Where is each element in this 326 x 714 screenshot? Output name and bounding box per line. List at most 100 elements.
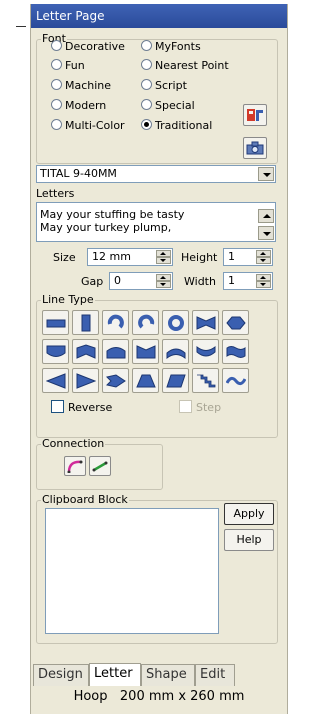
line-type-hexagon[interactable] — [222, 310, 249, 335]
line-type-vertical-bar[interactable] — [72, 310, 99, 335]
radio-script[interactable]: Script — [141, 79, 187, 92]
chevron-down-icon — [263, 173, 271, 177]
reverse-checkbox[interactable]: Reverse — [51, 400, 112, 414]
help-button[interactable]: Help — [224, 529, 274, 551]
width-stepper[interactable]: 1 — [223, 272, 273, 290]
font-properties-icon — [247, 109, 263, 121]
letters-scrollbar[interactable] — [258, 204, 274, 240]
horizontal-bar-icon — [46, 319, 65, 327]
line-type-circle-cw[interactable] — [102, 310, 129, 335]
size-increment[interactable] — [156, 250, 171, 257]
steps-icon — [196, 374, 215, 387]
connection-line-button[interactable] — [89, 456, 111, 476]
hoop-status: Hoop 200 mm x 260 mm — [31, 686, 287, 708]
radio-button — [141, 99, 152, 110]
width-increment[interactable] — [256, 274, 271, 281]
letters-line-1: May your stuffing be tasty — [40, 208, 185, 221]
height-stepper[interactable]: 1 — [223, 248, 273, 266]
size-value: 12 mm — [92, 250, 131, 263]
size-decrement[interactable] — [156, 257, 171, 264]
size-label: Size — [53, 251, 76, 264]
line-type-wave[interactable] — [222, 368, 249, 393]
tab-design[interactable]: Design — [33, 664, 89, 686]
line-type-parallelogram[interactable] — [162, 368, 189, 393]
clipboard-legend: Clipboard Block — [42, 493, 128, 506]
line-type-steps[interactable] — [192, 368, 219, 393]
line-type-arc-down[interactable] — [192, 339, 219, 364]
checkbox — [179, 400, 192, 413]
font-dropdown[interactable]: TITAL 9-40MM — [36, 165, 276, 183]
line-type-peak[interactable] — [72, 339, 99, 364]
taper-left-icon — [45, 372, 65, 389]
camera-button[interactable] — [243, 137, 267, 159]
double-point-icon — [105, 373, 126, 388]
peak-icon — [76, 343, 95, 359]
parallelogram-icon — [165, 374, 186, 387]
clipboard-list[interactable] — [45, 508, 219, 634]
checkbox — [51, 400, 64, 413]
line-type-valley[interactable] — [132, 339, 159, 364]
letter-page-panel: Letter Page Font Decorative MyFonts Fun … — [30, 4, 288, 714]
gap-value: 0 — [114, 274, 121, 287]
letters-label: Letters — [36, 187, 75, 200]
gap-increment[interactable] — [156, 274, 171, 281]
gap-label: Gap — [81, 275, 104, 288]
scroll-down-button[interactable] — [258, 226, 274, 240]
ring-icon — [167, 314, 184, 331]
scroll-up-button[interactable] — [258, 209, 274, 223]
font-properties-button[interactable] — [243, 104, 267, 126]
radio-label: Machine — [65, 79, 112, 92]
arc-bottom-icon — [46, 345, 65, 357]
letters-text-area[interactable]: May your stuffing be tasty May your turk… — [36, 202, 276, 242]
radio-traditional[interactable]: Traditional — [141, 119, 212, 132]
radio-fun[interactable]: Fun — [51, 59, 85, 72]
radio-machine[interactable]: Machine — [51, 79, 111, 92]
height-value: 1 — [228, 250, 235, 263]
radio-button — [51, 59, 62, 70]
size-stepper[interactable]: 12 mm — [87, 248, 173, 266]
tab-shape[interactable]: Shape — [141, 664, 195, 686]
gap-stepper[interactable]: 0 — [109, 272, 173, 290]
line-type-bowtie[interactable] — [192, 310, 219, 335]
radio-modern[interactable]: Modern — [51, 99, 106, 112]
connection-arc-button[interactable] — [64, 456, 86, 476]
line-type-taper-right[interactable] — [72, 368, 99, 393]
bowtie-icon — [196, 315, 215, 330]
camera-icon — [246, 141, 264, 155]
apply-button[interactable]: Apply — [224, 503, 274, 525]
radio-button — [141, 59, 152, 70]
valley-icon — [136, 344, 155, 358]
line-type-trapezoid[interactable] — [132, 368, 159, 393]
radio-multi-color[interactable]: Multi-Color — [51, 119, 125, 132]
line-type-circle-ccw[interactable] — [132, 310, 159, 335]
radio-special[interactable]: Special — [141, 99, 195, 112]
line-type-arch-top[interactable] — [102, 339, 129, 364]
height-decrement[interactable] — [256, 257, 271, 264]
width-decrement[interactable] — [256, 281, 271, 288]
radio-decorative[interactable]: Decorative — [51, 40, 125, 53]
step-checkbox[interactable]: Step — [179, 400, 221, 414]
arrow-up-icon — [263, 214, 271, 218]
line-type-horizontal-bar[interactable] — [42, 310, 69, 335]
radio-label: Modern — [65, 99, 107, 112]
line-type-wave-band[interactable] — [222, 339, 249, 364]
line-type-arc-bottom[interactable] — [42, 339, 69, 364]
line-type-arc-up[interactable] — [162, 339, 189, 364]
radio-label: Decorative — [65, 40, 125, 53]
arrow-down-icon — [263, 232, 271, 236]
radio-label: Fun — [65, 59, 85, 72]
radio-button — [51, 79, 62, 90]
connection-legend: Connection — [42, 437, 105, 450]
height-increment[interactable] — [256, 250, 271, 257]
line-type-double-point[interactable] — [102, 368, 129, 393]
gap-decrement[interactable] — [156, 281, 171, 288]
taper-right-icon — [76, 372, 96, 389]
line-type-ring[interactable] — [162, 310, 189, 335]
line-type-taper-left[interactable] — [42, 368, 69, 393]
font-dropdown-button[interactable] — [258, 167, 274, 181]
tab-letter[interactable]: Letter — [89, 663, 141, 686]
radio-nearest-point[interactable]: Nearest Point — [141, 59, 229, 72]
radio-label: MyFonts — [155, 40, 201, 53]
radio-myfonts[interactable]: MyFonts — [141, 40, 201, 53]
tab-edit[interactable]: Edit — [195, 664, 235, 686]
